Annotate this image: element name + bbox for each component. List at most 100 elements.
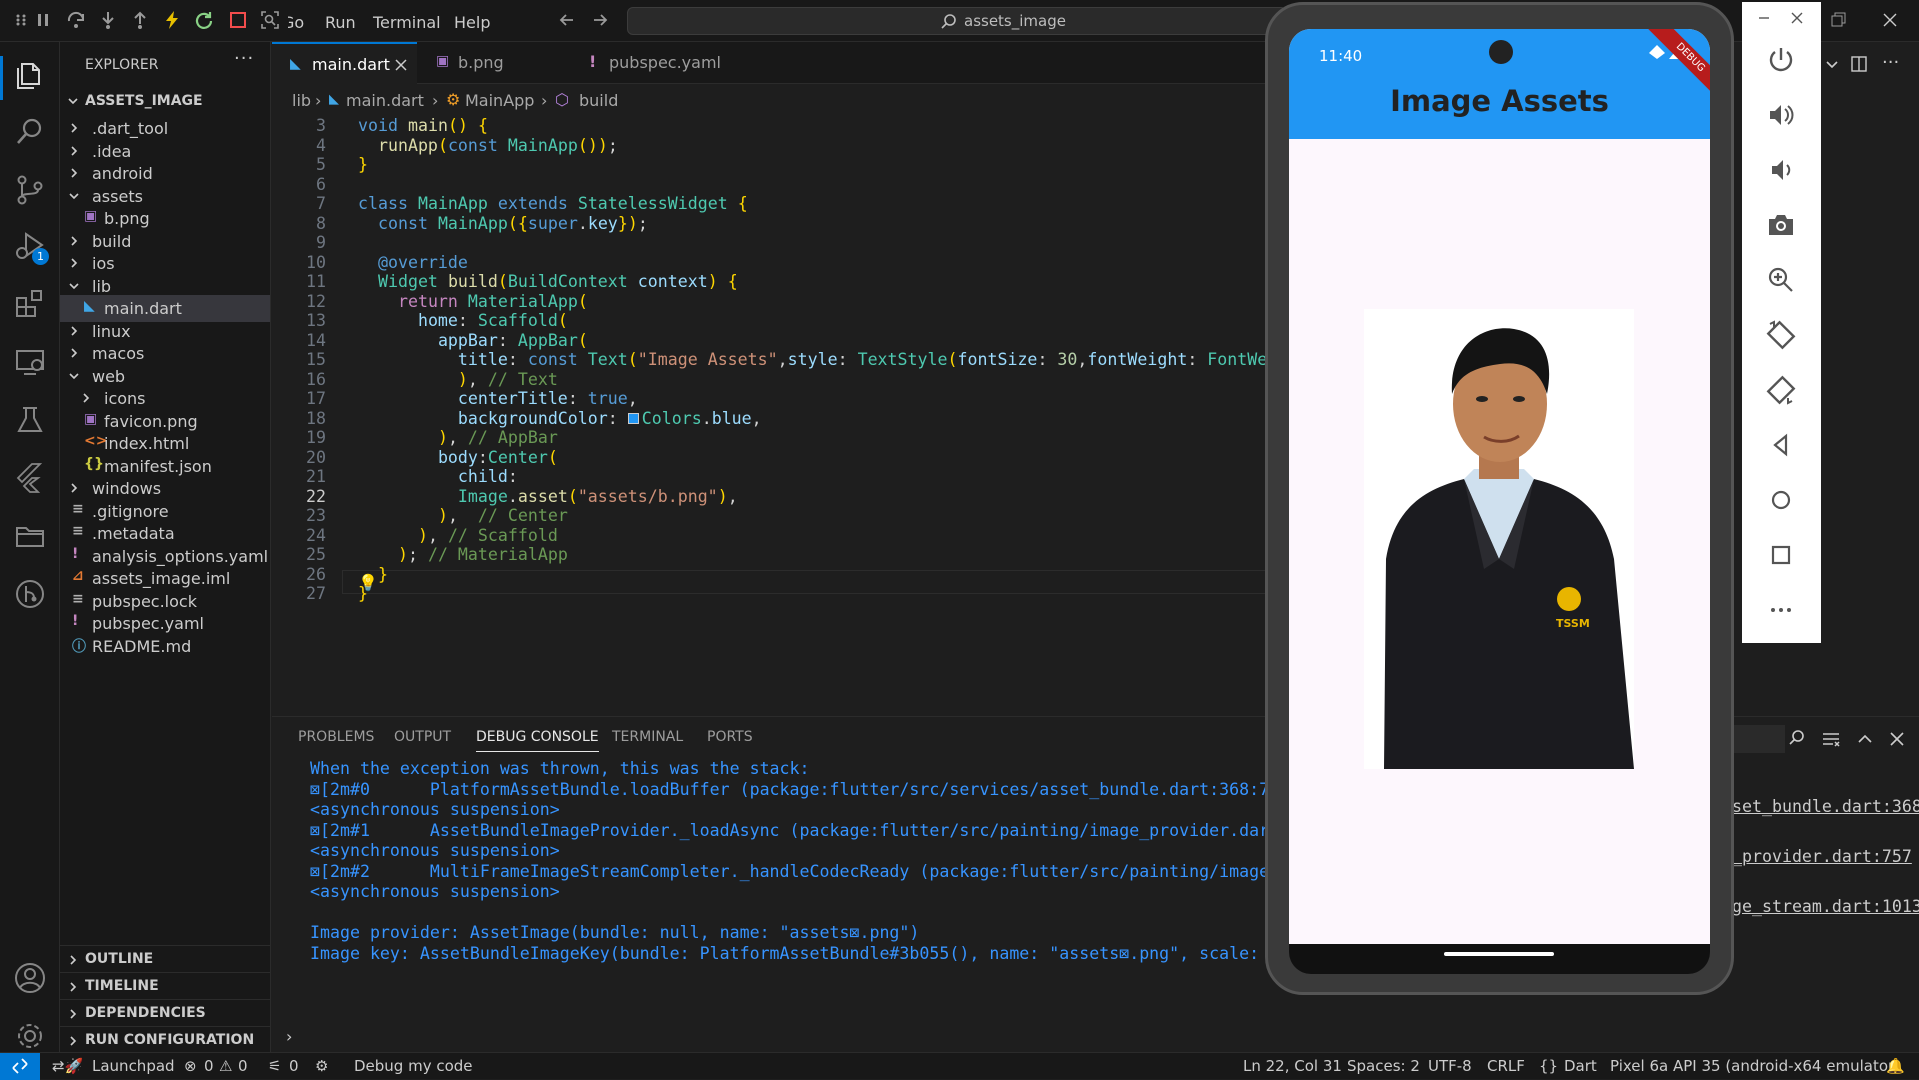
device-selector[interactable]: Pixel 6a API 35 (android-x64 emulator) — [1610, 1057, 1900, 1075]
console-input-chevron-icon[interactable]: › — [286, 1027, 292, 1046]
notifications-bell-icon[interactable]: 🔔 — [1886, 1057, 1905, 1075]
line-ending[interactable]: CRLF — [1487, 1057, 1525, 1075]
breadcrumb-item[interactable]: MainApp — [465, 91, 534, 110]
panel-tab-problems[interactable]: PROBLEMS — [298, 729, 374, 745]
breadcrumb-item[interactable]: main.dart — [346, 91, 424, 110]
chevron-down-icon[interactable] — [1822, 54, 1842, 74]
stack-link[interactable]: ge_stream.dart:1013 — [1732, 897, 1919, 916]
flutter-icon[interactable] — [12, 460, 48, 496]
section-dependencies[interactable]: DEPENDENCIES — [60, 999, 270, 1026]
maximize-panel-icon[interactable] — [1855, 729, 1875, 749]
restart-icon[interactable] — [194, 10, 214, 30]
stop-icon[interactable] — [228, 10, 248, 30]
remote-indicator[interactable] — [0, 1053, 40, 1080]
filter-input[interactable] — [1734, 725, 1785, 753]
tab-main-dart[interactable]: ◣ main.dart — [272, 42, 417, 84]
indentation[interactable]: Spaces: 2 — [1347, 1057, 1420, 1075]
explorer-item[interactable]: ⓘ README.md — [60, 633, 270, 660]
language-mode[interactable]: Dart — [1564, 1057, 1597, 1075]
source-control-icon[interactable] — [12, 172, 48, 208]
menu-go[interactable]: Go — [288, 13, 304, 32]
debug-icon[interactable]: ⚙ — [315, 1057, 328, 1075]
home-gesture-handle[interactable] — [1444, 952, 1554, 956]
volume-down-icon[interactable] — [1764, 153, 1798, 187]
command-center-search[interactable]: assets_image — [627, 7, 1287, 35]
code-editor[interactable]: 3 4 5 6 7 8 9 10 11 12 13 14 15 16 17 18 19 20 21 22 23 24 25 2… — [272, 116, 1297, 716]
git-graph-icon[interactable] — [12, 576, 48, 612]
warning-icon[interactable]: ⚠ — [219, 1057, 232, 1075]
menu-run[interactable]: Run — [325, 13, 356, 32]
remote-explorer-icon[interactable] — [12, 344, 48, 380]
launchpad-label[interactable]: Launchpad — [92, 1057, 175, 1075]
forward-arrow-icon[interactable] — [590, 10, 610, 30]
folder-icon[interactable] — [12, 518, 48, 554]
ports-count[interactable]: 0 — [289, 1057, 299, 1075]
settings-gear-icon[interactable] — [12, 1018, 48, 1054]
more-options-icon[interactable] — [1764, 593, 1798, 627]
encoding[interactable]: UTF-8 — [1428, 1057, 1472, 1075]
panel-tab-output[interactable]: OUTPUT — [394, 729, 451, 745]
chevron-right-icon — [71, 123, 78, 133]
close-tab-icon[interactable] — [394, 58, 408, 72]
stack-link[interactable]: set_bundle.dart:368 — [1732, 797, 1919, 816]
section-outline[interactable]: OUTLINE — [60, 945, 270, 972]
menu-help[interactable]: Help — [454, 13, 490, 32]
drag-handle-icon[interactable] — [12, 10, 32, 30]
debug-label[interactable]: Debug my code — [354, 1057, 473, 1075]
tab-pubspec-yaml[interactable]: ! pubspec.yaml — [569, 42, 729, 84]
stack-link[interactable]: _provider.dart:757 — [1732, 847, 1912, 866]
step-out-icon[interactable] — [130, 10, 150, 30]
error-count[interactable]: 0 — [204, 1057, 214, 1075]
restore-window-icon[interactable] — [1828, 10, 1848, 30]
breadcrumb-item[interactable]: lib — [292, 91, 311, 110]
camera-icon[interactable] — [1764, 208, 1798, 242]
explorer-root[interactable]: ASSETS_IMAGE — [60, 88, 270, 115]
section-run-configuration[interactable]: RUN CONFIGURATION — [60, 1026, 270, 1053]
lightbulb-icon[interactable]: 💡 — [358, 573, 378, 592]
rotate-right-icon[interactable] — [1764, 373, 1798, 407]
line-number: 15 — [306, 350, 326, 369]
devtools-icon[interactable] — [260, 10, 280, 30]
rotate-left-icon[interactable] — [1764, 318, 1798, 352]
back-arrow-icon[interactable] — [557, 10, 577, 30]
step-into-icon[interactable] — [98, 10, 118, 30]
close-icon[interactable] — [1789, 10, 1805, 26]
panel-tab-terminal[interactable]: TERMINAL — [612, 729, 683, 745]
hot-reload-icon[interactable] — [162, 10, 182, 30]
error-icon[interactable]: ⊗ — [184, 1057, 197, 1075]
warning-count[interactable]: 0 — [238, 1057, 248, 1075]
panel-tab-debug-console[interactable]: DEBUG CONSOLE — [476, 729, 599, 752]
cursor-position[interactable]: Ln 22, Col 31 — [1243, 1057, 1342, 1075]
search-icon[interactable] — [1787, 729, 1807, 749]
volume-up-icon[interactable] — [1764, 98, 1798, 132]
run-debug-icon[interactable]: 1 — [12, 228, 49, 265]
breadcrumb-item[interactable]: build — [579, 91, 618, 110]
emulator-screen[interactable]: 11:40 DEBUG Image Assets TSSM — [1289, 29, 1710, 944]
more-actions-icon[interactable]: ··· — [1882, 52, 1899, 73]
pause-icon[interactable] — [34, 10, 54, 30]
back-icon[interactable] — [1764, 428, 1798, 462]
extensions-icon[interactable] — [12, 286, 48, 322]
ports-icon[interactable]: ⚟ — [268, 1057, 281, 1075]
home-icon[interactable] — [1764, 483, 1798, 517]
close-window-icon[interactable] — [1880, 10, 1900, 30]
minimize-icon[interactable] — [1756, 10, 1772, 26]
step-over-icon[interactable] — [66, 10, 86, 30]
testing-icon[interactable] — [12, 402, 48, 438]
account-icon[interactable] — [12, 960, 48, 996]
overview-icon[interactable] — [1764, 538, 1798, 572]
zoom-icon[interactable] — [1764, 263, 1798, 297]
launchpad-icon[interactable]: ⇄🚀 — [52, 1057, 83, 1075]
search-icon[interactable] — [12, 114, 48, 150]
menu-terminal[interactable]: Terminal — [373, 13, 441, 32]
explorer-icon[interactable] — [12, 58, 48, 94]
clear-console-icon[interactable] — [1821, 729, 1841, 749]
split-editor-icon[interactable] — [1849, 54, 1869, 74]
color-swatch-icon[interactable] — [627, 412, 639, 424]
more-actions-icon[interactable]: ··· — [234, 48, 254, 69]
panel-tab-ports[interactable]: PORTS — [707, 729, 753, 745]
section-timeline[interactable]: TIMELINE — [60, 972, 270, 999]
power-icon[interactable] — [1764, 43, 1798, 77]
close-panel-icon[interactable] — [1887, 729, 1907, 749]
tab-b-png[interactable]: ▣ b.png — [418, 42, 568, 84]
